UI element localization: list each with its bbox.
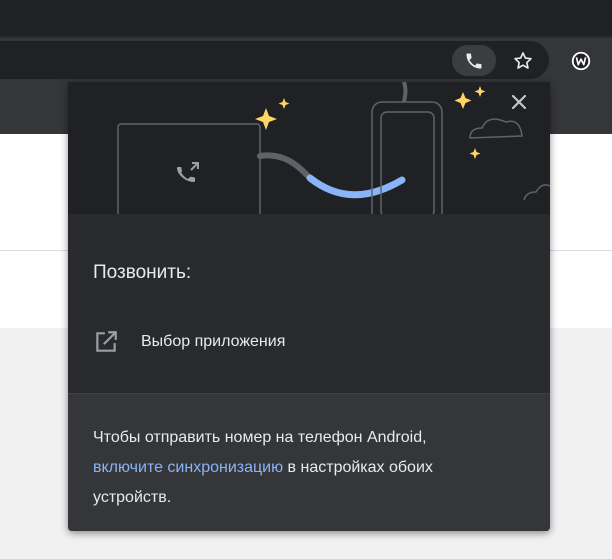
footer-text: Чтобы отправить номер на телефон Android… xyxy=(93,423,513,513)
dialog-footer: Чтобы отправить номер на телефон Android… xyxy=(68,393,550,531)
choose-app-label: Выбор приложения xyxy=(141,333,286,350)
click-to-call-button[interactable] xyxy=(452,45,496,76)
browser-title-bar xyxy=(0,0,612,38)
phone-illustration xyxy=(371,101,443,214)
dialog-title: Позвонить: xyxy=(93,262,192,283)
bookmark-star-button[interactable] xyxy=(508,45,538,76)
dialog-illustration xyxy=(68,82,550,214)
cloud-illustration xyxy=(469,118,523,139)
open-external-icon xyxy=(88,324,124,360)
wappalyzer-icon xyxy=(571,51,591,70)
footer-prefix: Чтобы отправить номер на телефон Android… xyxy=(93,429,427,446)
close-icon xyxy=(511,94,527,110)
phone-icon xyxy=(466,53,482,68)
enable-sync-link[interactable]: включите синхронизацию xyxy=(93,459,283,476)
cable-illustration xyxy=(257,152,315,183)
choose-app-option[interactable]: Выбор приложения xyxy=(88,324,528,360)
extension-button[interactable] xyxy=(566,45,596,76)
click-to-call-dialog: Позвонить: Выбор приложения Чтобы отправ… xyxy=(68,82,550,531)
call-forward-icon xyxy=(177,162,199,182)
star-icon xyxy=(514,51,532,69)
close-button[interactable] xyxy=(511,94,535,118)
cable-highlight xyxy=(306,174,406,199)
laptop-illustration xyxy=(117,123,261,214)
sparkle-decoration xyxy=(255,86,486,159)
